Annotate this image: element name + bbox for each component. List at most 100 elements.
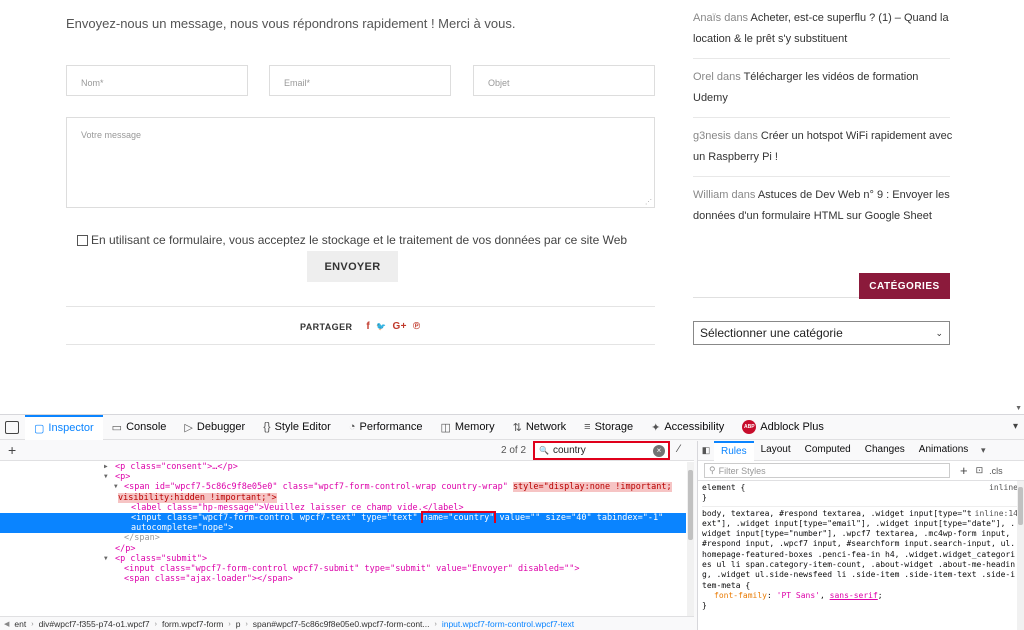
- scroll-down-icon[interactable]: ▼: [1015, 405, 1022, 412]
- markup-search-input[interactable]: 🔍 country ×: [533, 441, 670, 460]
- comment-connector: dans: [733, 130, 758, 142]
- comment-post-link[interactable]: données d'un formulaire HTML sur Google …: [693, 210, 932, 222]
- adblock-plus-icon: ABP: [742, 420, 757, 434]
- tab-inspector[interactable]: ▢ Inspector: [25, 414, 103, 440]
- breadcrumb-scroll-left-icon[interactable]: ◀: [0, 620, 9, 628]
- comment-author[interactable]: g3nesis: [693, 130, 731, 142]
- filter-styles-input[interactable]: ⚲ Filter Styles: [704, 463, 950, 478]
- comment-post-link[interactable]: Astuces de Dev Web n° 9 : Envoyer les: [758, 189, 950, 201]
- tab-computed[interactable]: Computed: [798, 441, 858, 461]
- rule-origin[interactable]: inline: [989, 483, 1018, 493]
- scrollbar-thumb[interactable]: [1018, 487, 1023, 525]
- breadcrumb-item[interactable]: div#wpcf7-f355-p74-o1.wpcf7: [34, 619, 155, 629]
- breadcrumb-item[interactable]: p: [231, 619, 246, 629]
- markup-node-selected[interactable]: <input class="wpcf7-form-control wpcf7-t…: [0, 510, 686, 525]
- tab-debugger[interactable]: ▷ Debugger: [175, 415, 254, 440]
- tab-network[interactable]: ⇅ Network: [504, 415, 576, 440]
- facebook-icon[interactable]: f: [366, 321, 370, 332]
- node-text: <p class="consent">…</p>: [115, 462, 238, 472]
- tab-animations[interactable]: Animations: [912, 441, 975, 461]
- add-rule-icon[interactable]: +: [960, 463, 968, 478]
- storage-icon: ≡: [584, 421, 591, 433]
- markup-node[interactable]: ▶ <p class="consent">…</p>: [0, 462, 686, 472]
- comment-author[interactable]: Orel: [693, 71, 714, 83]
- tab-console[interactable]: ▭ Console: [103, 415, 176, 440]
- tab-adblock-plus[interactable]: ABP Adblock Plus: [733, 415, 833, 440]
- tab-performance[interactable]: ◔ Performance: [340, 415, 432, 440]
- rule-font-family[interactable]: inline:14 body, textarea, #respond textar…: [702, 505, 1018, 591]
- comment-post-link[interactable]: Acheter, est-ce superflu ? (1) – Quand l…: [751, 12, 949, 24]
- memory-icon: ◫: [440, 421, 451, 434]
- consent-checkbox[interactable]: [77, 234, 88, 246]
- breadcrumb-item-current[interactable]: input.wpcf7-form-control.wpcf7-text: [437, 619, 579, 629]
- comment-post-link[interactable]: un Raspberry Pi !: [693, 151, 778, 163]
- rule-selector: element {: [702, 483, 746, 492]
- markup-node[interactable]: ▼ <span id="wpcf7-5c86c9f8e05e0" class="w…: [0, 482, 686, 493]
- comment-author[interactable]: Anaïs: [693, 12, 721, 24]
- markup-node[interactable]: </p>: [0, 544, 686, 554]
- subject-input[interactable]: Objet: [473, 65, 655, 96]
- tab-label: Accessibility: [664, 421, 725, 433]
- resize-handle-icon[interactable]: ⋰: [645, 198, 652, 206]
- property-value[interactable]: sans-serif: [830, 591, 878, 600]
- scrollbar-thumb[interactable]: [688, 470, 693, 540]
- rules-scrollbar[interactable]: [1017, 481, 1024, 630]
- property-name[interactable]: font-family: [714, 591, 767, 600]
- more-tabs-icon[interactable]: ▾: [975, 445, 991, 456]
- element-picker-icon[interactable]: [5, 421, 19, 434]
- rule-element[interactable]: inline element {: [702, 483, 1018, 493]
- tab-changes[interactable]: Changes: [858, 441, 912, 461]
- rule-origin[interactable]: inline:14: [975, 509, 1018, 519]
- markup-node-continued: visibility:hidden !important;">: [0, 492, 686, 503]
- email-input[interactable]: Email*: [269, 65, 451, 96]
- google-plus-icon[interactable]: G+: [392, 321, 406, 332]
- devtools-toolbar: ▢ Inspector ▭ Console ▷ Debugger {} Style Ed…: [0, 414, 1024, 440]
- markup-scrollbar[interactable]: [687, 462, 694, 616]
- twitter-icon[interactable]: 🐦: [376, 322, 386, 331]
- comment-post-link[interactable]: location & le prêt s'y substituent: [693, 33, 847, 45]
- submit-button[interactable]: ENVOYER: [307, 251, 398, 282]
- breadcrumb-item[interactable]: ent: [9, 619, 31, 629]
- markup-node[interactable]: <label class="hp-message">Veuillez laiss…: [0, 503, 686, 513]
- page-scrollbar[interactable]: ▼: [1014, 0, 1024, 414]
- comment-author[interactable]: William: [693, 189, 728, 201]
- rules-list: inline element { } inline:14 body, textare…: [702, 483, 1018, 612]
- cls-toggle[interactable]: .cls: [989, 466, 1003, 476]
- markup-node[interactable]: <input class="wpcf7-form-control wpcf7-s…: [0, 564, 686, 574]
- node-text: <p class="submit">: [115, 553, 208, 564]
- pinterest-icon[interactable]: ℗: [413, 321, 421, 332]
- comment-post-link[interactable]: Télécharger les vidéos de formation: [744, 71, 919, 83]
- markup-node[interactable]: </span>: [0, 533, 686, 543]
- comment-post-link[interactable]: Udemy: [693, 92, 728, 104]
- categories-select[interactable]: Sélectionner une catégorie ⌄: [693, 321, 950, 345]
- console-icon: ▭: [111, 421, 123, 434]
- categories-heading: CATÉGORIES: [859, 273, 950, 299]
- markup-node[interactable]: <span class="ajax-loader"></span>: [0, 574, 686, 584]
- tab-layout[interactable]: Layout: [754, 441, 798, 461]
- tab-accessibility[interactable]: ✦ Accessibility: [642, 415, 733, 440]
- rule-open-brace: {: [745, 580, 751, 590]
- add-node-icon[interactable]: +: [8, 442, 16, 458]
- tab-storage[interactable]: ≡ Storage: [575, 415, 642, 440]
- overflow-menu-icon[interactable]: ▾: [1013, 421, 1018, 432]
- name-placeholder: Nom*: [81, 78, 104, 88]
- comment-post-link[interactable]: Créer un hotspot WiFi rapidement avec: [761, 130, 952, 142]
- markup-node[interactable]: ▼ <p>: [0, 472, 686, 482]
- tab-style-editor[interactable]: {} Style Editor: [254, 415, 340, 440]
- message-textarea[interactable]: Votre message ⋰: [66, 117, 655, 208]
- eyedropper-icon[interactable]: ⁄: [678, 443, 680, 455]
- tab-rules[interactable]: Rules: [714, 441, 754, 461]
- rule-declaration[interactable]: font-family: 'PT Sans', sans-serif;: [702, 591, 1018, 601]
- debugger-icon: ▷: [184, 421, 193, 434]
- divider: [66, 306, 655, 307]
- markup-node[interactable]: ▼ <p class="submit">: [0, 554, 686, 564]
- name-input[interactable]: Nom*: [66, 65, 248, 96]
- web-page: Envoyez-nous un message, nous vous répon…: [0, 0, 1024, 414]
- toggle-pseudo-class-icon[interactable]: ⊡: [976, 465, 984, 476]
- clear-search-icon[interactable]: ×: [653, 445, 665, 457]
- property-value[interactable]: 'PT Sans': [777, 591, 820, 600]
- breadcrumb-item[interactable]: span#wpcf7-5c86c9f8e05e0.wpcf7-form-cont…: [248, 619, 435, 629]
- breadcrumb-item[interactable]: form.wpcf7-form: [157, 619, 228, 629]
- tab-memory[interactable]: ◫ Memory: [431, 415, 503, 440]
- toggle-sidebar-icon[interactable]: ◧: [698, 445, 714, 456]
